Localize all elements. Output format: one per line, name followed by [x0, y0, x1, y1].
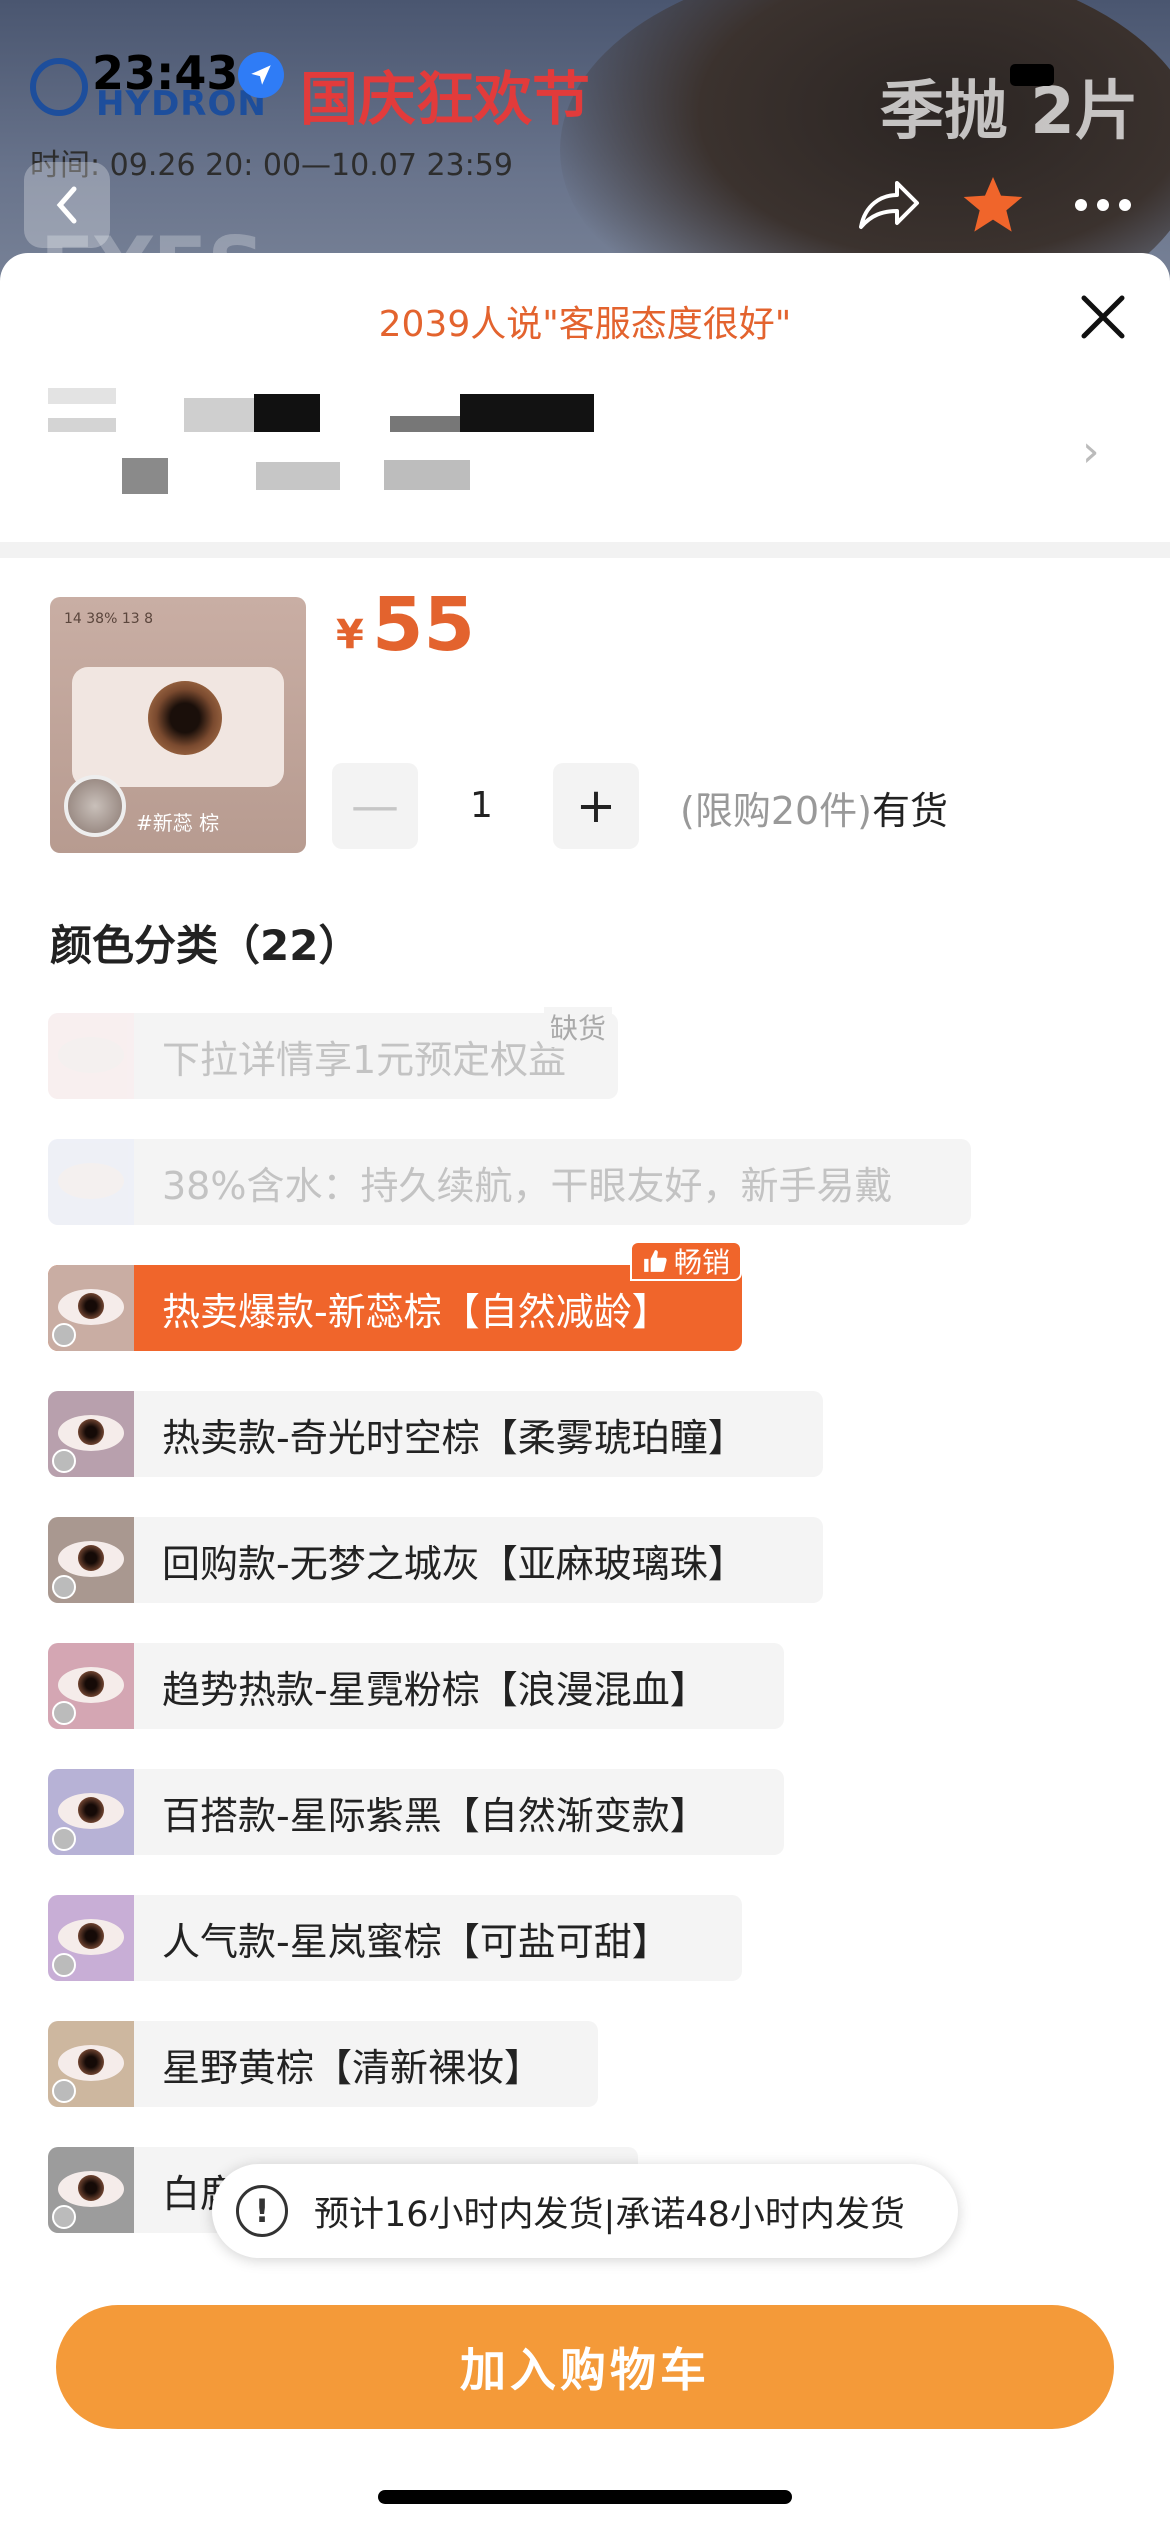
option-thumbnail	[48, 1517, 134, 1603]
favorite-star-button[interactable]	[950, 162, 1036, 248]
option-label: 下拉详情享1元预定权益	[162, 1037, 567, 1082]
color-category-title: 颜色分类（22）	[50, 921, 361, 970]
option-thumbnail	[48, 1643, 134, 1729]
location-arrow-icon	[238, 52, 284, 98]
close-button[interactable]	[1068, 282, 1138, 352]
quantity-minus-button[interactable]: —	[332, 763, 418, 849]
purchase-limit: (限购20件)	[680, 789, 873, 833]
thumbnail-stats: 14 38% 13 8	[64, 611, 154, 627]
stock-status: 有货	[872, 789, 949, 833]
option-item[interactable]: 回购款-无梦之城灰【亚麻玻璃珠】	[48, 1517, 823, 1603]
option-label: 热卖爆款-新蕊棕【自然减龄】	[162, 1289, 670, 1334]
back-button[interactable]	[24, 162, 110, 248]
currency-symbol: ¥	[336, 612, 364, 658]
option-label: 趋势热款-星霓粉棕【浪漫混血】	[162, 1667, 708, 1712]
option-thumbnail	[48, 1391, 134, 1477]
quantity-value[interactable]: 1	[470, 785, 493, 826]
exclamation-icon: !	[236, 2185, 288, 2237]
option-label: 星野黄棕【清新裸妆】	[162, 2045, 543, 2090]
thumbs-up-icon	[644, 1250, 667, 1272]
product-thumbnail[interactable]: 14 38% 13 8 #新蕊 棕	[50, 597, 306, 853]
shipping-toast-text: 预计16小时内发货|承诺48小时内发货	[314, 2194, 905, 2235]
battery-icon	[1010, 64, 1054, 86]
option-item-selected[interactable]: 热卖爆款-新蕊棕【自然减龄】 畅销	[48, 1241, 742, 1351]
thumbnail-tag: #新蕊 棕	[136, 811, 220, 835]
page: HYDRON 国庆狂欢节 季抛 2片 时间: 09.26 20: 00—10.0…	[0, 0, 1170, 2532]
option-thumbnail	[48, 1769, 134, 1855]
home-indicator	[378, 2490, 792, 2504]
option-item[interactable]: 趋势热款-星霓粉棕【浪漫混血】	[48, 1643, 784, 1729]
option-item[interactable]: 下拉详情享1元预定权益 缺货	[48, 1007, 618, 1099]
thumbnail-lens-icon	[64, 775, 126, 837]
option-item[interactable]: 38%含水：持久续航，干眼友好，新手易戴	[48, 1139, 971, 1225]
thumbnail-iris	[148, 681, 222, 755]
service-praise-text: 2039人说"客服态度很好"	[378, 304, 792, 345]
option-label: 百搭款-星际紫黑【自然渐变款】	[162, 1793, 708, 1838]
price: 55	[372, 582, 475, 668]
option-thumbnail	[48, 2147, 134, 2233]
option-item[interactable]: 人气款-星岚蜜棕【可盐可甜】	[48, 1895, 742, 1981]
option-thumbnail	[48, 1265, 134, 1351]
share-button[interactable]	[845, 162, 931, 248]
shipping-toast: ! 预计16小时内发货|承诺48小时内发货	[212, 2164, 958, 2258]
section-divider	[0, 542, 1170, 558]
quantity-plus-button[interactable]: +	[553, 763, 639, 849]
option-label: 热卖款-奇光时空棕【柔雾琥珀瞳】	[162, 1415, 746, 1460]
out-of-stock-badge: 缺货	[543, 1007, 612, 1047]
status-time: 23:43	[92, 46, 239, 100]
bestseller-label: 畅销	[673, 1246, 730, 1279]
option-thumbnail	[48, 1895, 134, 1981]
chevron-right-icon[interactable]: ›	[1082, 426, 1100, 477]
option-item[interactable]: 百搭款-星际紫黑【自然渐变款】	[48, 1769, 784, 1855]
option-label: 人气款-星岚蜜棕【可盐可甜】	[162, 1919, 670, 1964]
option-label: 38%含水：持久续航，干眼友好，新手易戴	[162, 1163, 893, 1208]
option-label: 回购款-无梦之城灰【亚麻玻璃珠】	[162, 1541, 746, 1586]
option-item[interactable]: 热卖款-奇光时空棕【柔雾琥珀瞳】	[48, 1391, 823, 1477]
stock-info: (限购20件)有货	[680, 780, 948, 835]
option-thumbnail	[48, 2021, 134, 2107]
option-thumbnail	[48, 1139, 134, 1225]
logo-circle-icon	[30, 58, 88, 116]
more-options-button[interactable]	[1060, 162, 1146, 248]
option-item[interactable]: 星野黄棕【清新裸妆】	[48, 2021, 598, 2107]
festival-title: 国庆狂欢节	[300, 65, 591, 133]
add-to-cart-button[interactable]: 加入购物车	[56, 2305, 1114, 2429]
option-thumbnail	[48, 1013, 134, 1099]
bestseller-badge: 畅销	[629, 1241, 742, 1281]
